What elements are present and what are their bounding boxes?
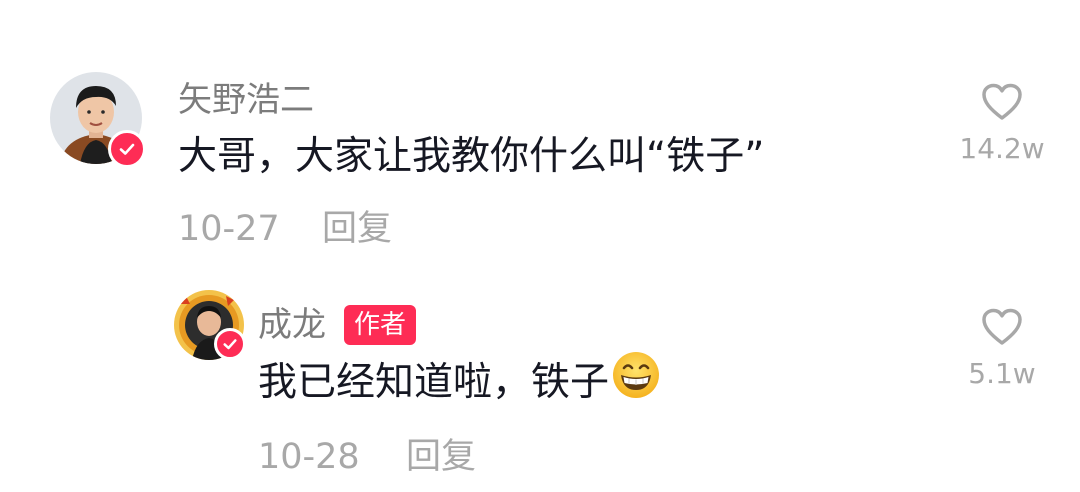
- reply-button[interactable]: 回复: [406, 436, 476, 478]
- reply-like-button[interactable]: 5.1w: [942, 307, 1062, 391]
- grinning-face-icon: [611, 350, 661, 413]
- reply-like-count: 5.1w: [968, 357, 1036, 390]
- comment-thread: 矢野浩二 大哥，大家让我教你什么叫“铁子” 10-27 回复 14.2w 成龙 …: [0, 0, 1080, 492]
- comment-username[interactable]: 矢野浩二: [178, 80, 314, 120]
- author-badge: 作者: [344, 305, 417, 345]
- verified-icon: [108, 130, 146, 168]
- verified-icon: [214, 328, 246, 360]
- comment-text: 大哥，大家让我教你什么叫“铁子”: [178, 134, 765, 179]
- like-count: 14.2w: [959, 132, 1045, 165]
- comment-date: 10-27: [178, 209, 280, 249]
- reply-avatar[interactable]: [174, 290, 250, 366]
- reply-text: 我已经知道啦，铁子: [258, 352, 661, 413]
- reply-text-content: 我已经知道啦，铁子: [258, 360, 610, 405]
- reply-username[interactable]: 成龙: [258, 305, 326, 345]
- avatar[interactable]: [50, 72, 150, 172]
- reply-button[interactable]: 回复: [322, 208, 392, 250]
- like-button[interactable]: 14.2w: [942, 82, 1062, 166]
- heart-icon: [982, 308, 1022, 345]
- reply-date: 10-28: [258, 437, 360, 477]
- heart-icon: [982, 83, 1022, 120]
